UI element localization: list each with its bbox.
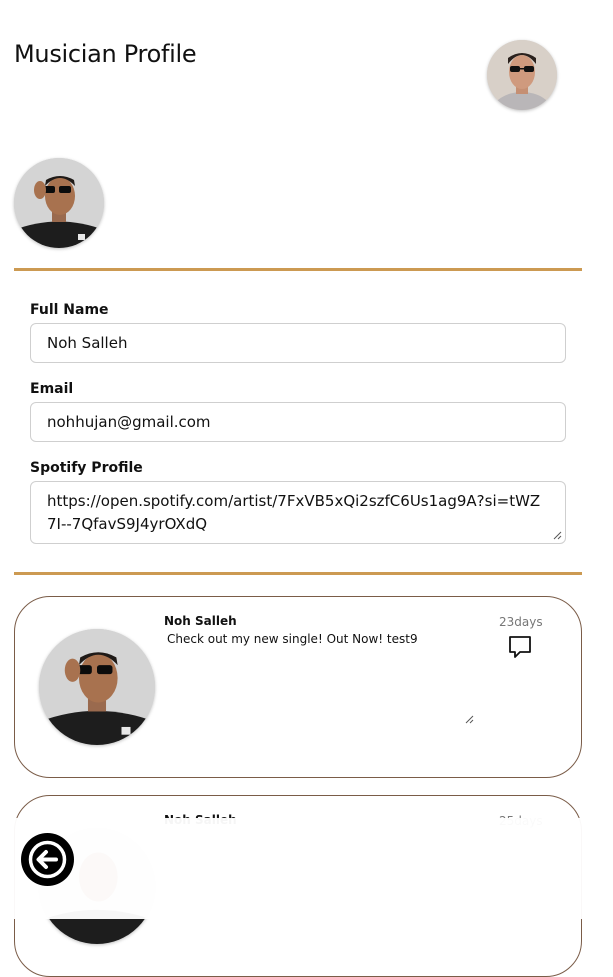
section-divider (14, 268, 582, 271)
post-text[interactable]: Check out my new single! Out Now! test9 (167, 632, 418, 646)
post-avatar[interactable] (39, 629, 155, 745)
full-name-label: Full Name (30, 302, 109, 318)
profile-avatar[interactable] (14, 158, 104, 248)
page-title: Musician Profile (14, 40, 197, 68)
post-card: Noh Salleh Check out my new single! Out … (14, 596, 582, 778)
email-label: Email (30, 381, 74, 397)
header-avatar-image (487, 40, 557, 110)
spotify-label: Spotify Profile (30, 460, 143, 476)
spotify-profile-value: https://open.spotify.com/artist/7FxVB5xQ… (47, 492, 541, 533)
post-time: 23days (499, 615, 543, 629)
post-avatar-image (39, 629, 155, 745)
resize-handle-icon[interactable] (553, 531, 562, 540)
full-name-field[interactable]: Noh Salleh (30, 323, 566, 363)
resize-handle-icon[interactable] (465, 715, 474, 724)
back-button[interactable] (21, 833, 74, 886)
arrow-left-icon (28, 840, 67, 879)
comment-icon[interactable] (508, 635, 532, 659)
bottom-overlay (0, 818, 613, 919)
email-value: nohhujan@gmail.com (47, 413, 211, 431)
email-field[interactable]: nohhujan@gmail.com (30, 402, 566, 442)
full-name-value: Noh Salleh (47, 334, 128, 352)
section-divider (14, 572, 582, 575)
profile-avatar-image (14, 158, 104, 248)
post-author: Noh Salleh (164, 614, 237, 628)
spotify-profile-field[interactable]: https://open.spotify.com/artist/7FxVB5xQ… (30, 481, 566, 544)
header-avatar[interactable] (487, 40, 557, 110)
